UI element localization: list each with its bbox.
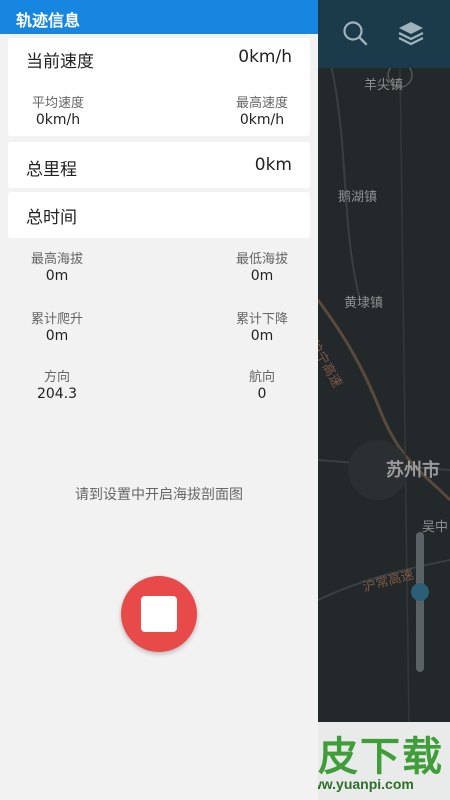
map-label-district: 吴中 <box>422 520 449 535</box>
avg-speed-label: 平均速度 <box>31 96 84 111</box>
direction-stat: 方向 204.3 <box>0 370 117 402</box>
map-label-city: 苏州市 <box>386 460 440 481</box>
total-distance-label: 总里程 <box>26 160 77 180</box>
heading-stat: 航向 0 <box>202 370 322 402</box>
total-descent-label: 累计下降 <box>235 312 288 327</box>
distance-card: 总里程 0km <box>8 142 310 188</box>
zoom-slider-track[interactable] <box>416 532 424 672</box>
map-label-town: 黄埭镇 <box>344 296 384 311</box>
max-speed-stat: 最高速度 0km/h <box>202 96 322 128</box>
direction-value: 204.3 <box>36 386 78 402</box>
map-label-town: 鹅湖镇 <box>338 190 378 205</box>
max-altitude-label: 最高海拔 <box>30 252 83 267</box>
total-distance-value: 0km <box>254 155 292 175</box>
total-ascent-value: 0m <box>45 328 69 344</box>
heading-label: 航向 <box>248 370 275 385</box>
time-card: 总时间 <box>8 192 310 238</box>
search-icon[interactable] <box>341 19 371 49</box>
avg-speed-value: 0km/h <box>35 112 81 128</box>
max-speed-value: 0km/h <box>239 112 285 128</box>
max-speed-label: 最高速度 <box>235 96 288 111</box>
stop-recording-button[interactable] <box>121 576 197 652</box>
panel-header: 轨迹信息 <box>0 0 318 34</box>
heading-value: 0 <box>257 386 267 402</box>
screen: 羊尖镇 鹅湖镇 黄埭镇 沪宁高速 苏州市 吴中 沪常高速 元皮下载 www.yu… <box>0 0 450 800</box>
total-ascent-stat: 累计爬升 0m <box>0 312 117 344</box>
max-altitude-value: 0m <box>45 268 69 284</box>
min-altitude-stat: 最低海拔 0m <box>202 252 322 284</box>
current-speed-value: 0km/h <box>238 47 292 67</box>
speed-card: 当前速度 0km/h 平均速度 0km/h 最高速度 0km/h <box>8 38 310 136</box>
stop-icon <box>141 596 177 632</box>
map-label-town: 羊尖镇 <box>364 78 404 93</box>
avg-speed-stat: 平均速度 0km/h <box>0 96 118 128</box>
direction-label: 方向 <box>43 370 70 385</box>
track-info-panel: 轨迹信息 当前速度 0km/h 平均速度 0km/h 最高速度 0km/h 总里… <box>0 0 318 800</box>
min-altitude-value: 0m <box>250 268 274 284</box>
min-altitude-label: 最低海拔 <box>235 252 288 267</box>
total-ascent-label: 累计爬升 <box>30 312 83 327</box>
panel-title: 轨迹信息 <box>16 11 81 30</box>
total-descent-value: 0m <box>250 328 274 344</box>
map-toolbar <box>318 0 450 68</box>
layers-icon[interactable] <box>397 19 427 49</box>
max-altitude-stat: 最高海拔 0m <box>0 252 117 284</box>
altitude-profile-hint: 请到设置中开启海拔剖面图 <box>75 487 243 503</box>
total-descent-stat: 累计下降 0m <box>202 312 322 344</box>
current-speed-label: 当前速度 <box>26 52 94 72</box>
total-time-label: 总时间 <box>26 208 77 228</box>
